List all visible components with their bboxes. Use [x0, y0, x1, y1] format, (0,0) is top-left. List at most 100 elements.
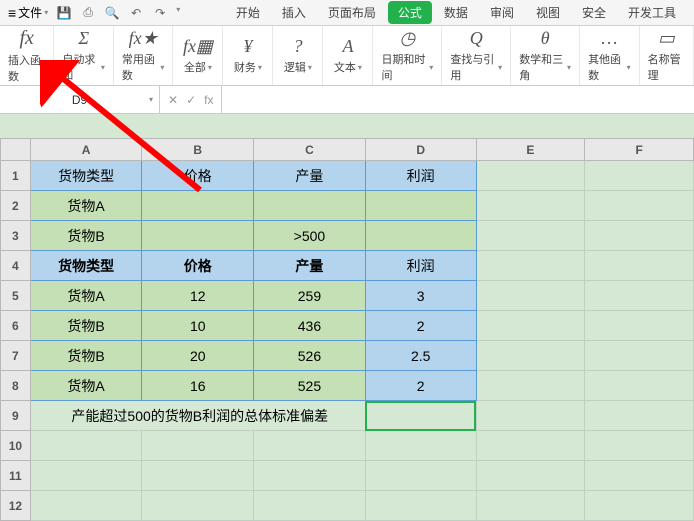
- cell-F9[interactable]: [585, 401, 694, 431]
- row-header-10[interactable]: 10: [1, 431, 31, 461]
- cell-C1[interactable]: 产量: [254, 161, 366, 191]
- text-button[interactable]: A 文本▾: [323, 26, 373, 85]
- col-header-D[interactable]: D: [365, 139, 476, 161]
- name-box[interactable]: D9 ▾: [0, 86, 160, 113]
- cell-C11[interactable]: [254, 461, 366, 491]
- cell-D3[interactable]: [365, 221, 476, 251]
- cell-A2[interactable]: 货物A: [30, 191, 142, 221]
- cancel-icon[interactable]: ✕: [168, 93, 178, 107]
- cell-A5[interactable]: 货物A: [30, 281, 142, 311]
- col-header-C[interactable]: C: [254, 139, 366, 161]
- cell-D4[interactable]: 利润: [365, 251, 476, 281]
- cell-E7[interactable]: [476, 341, 585, 371]
- insert-function-button[interactable]: fx 插入函数: [0, 26, 54, 85]
- math-trig-button[interactable]: θ 数学和三角▾: [511, 26, 580, 85]
- col-header-E[interactable]: E: [476, 139, 585, 161]
- cell-F10[interactable]: [585, 431, 694, 461]
- col-header-A[interactable]: A: [30, 139, 142, 161]
- cell-B2[interactable]: [142, 191, 254, 221]
- cell-F6[interactable]: [585, 311, 694, 341]
- cell-D5[interactable]: 3: [365, 281, 476, 311]
- cell-A6[interactable]: 货物B: [30, 311, 142, 341]
- enter-icon[interactable]: ✓: [186, 93, 196, 107]
- tab-data[interactable]: 数据: [434, 1, 478, 24]
- financial-button[interactable]: ¥ 财务▾: [223, 26, 273, 85]
- cell-E4[interactable]: [476, 251, 585, 281]
- cell-B7[interactable]: 20: [142, 341, 254, 371]
- cell-D12[interactable]: [365, 491, 476, 521]
- name-manager-button[interactable]: ▭ 名称管理: [640, 26, 694, 85]
- cell-A4[interactable]: 货物类型: [30, 251, 142, 281]
- cell-A3[interactable]: 货物B: [30, 221, 142, 251]
- cell-F5[interactable]: [585, 281, 694, 311]
- cell-E10[interactable]: [476, 431, 585, 461]
- cell-A9[interactable]: 产能超过500的货物B利润的总体标准偏差: [30, 401, 365, 431]
- col-header-F[interactable]: F: [585, 139, 694, 161]
- cell-C12[interactable]: [254, 491, 366, 521]
- cell-B4[interactable]: 价格: [142, 251, 254, 281]
- print-icon[interactable]: ⎙: [80, 5, 96, 21]
- tab-formula[interactable]: 公式: [388, 1, 432, 24]
- col-header-B[interactable]: B: [142, 139, 254, 161]
- autosum-button[interactable]: Σ 自动求和▾: [54, 26, 114, 85]
- cell-B10[interactable]: [142, 431, 254, 461]
- cell-C10[interactable]: [254, 431, 366, 461]
- cell-C5[interactable]: 259: [254, 281, 366, 311]
- cell-F7[interactable]: [585, 341, 694, 371]
- cell-F2[interactable]: [585, 191, 694, 221]
- cell-E3[interactable]: [476, 221, 585, 251]
- cell-D2[interactable]: [365, 191, 476, 221]
- cell-B1[interactable]: 价格: [142, 161, 254, 191]
- cell-E11[interactable]: [476, 461, 585, 491]
- cell-F4[interactable]: [585, 251, 694, 281]
- tab-insert[interactable]: 插入: [272, 1, 316, 24]
- tab-pagelayout[interactable]: 页面布局: [318, 1, 386, 24]
- undo-icon[interactable]: ↶: [128, 5, 144, 21]
- row-header-6[interactable]: 6: [1, 311, 31, 341]
- select-all-corner[interactable]: [1, 139, 31, 161]
- cell-C4[interactable]: 产量: [254, 251, 366, 281]
- datetime-button[interactable]: ◷ 日期和时间▾: [373, 26, 442, 85]
- tab-view[interactable]: 视图: [526, 1, 570, 24]
- cell-E6[interactable]: [476, 311, 585, 341]
- lookup-button[interactable]: Q 查找与引用▾: [442, 26, 511, 85]
- cell-E12[interactable]: [476, 491, 585, 521]
- cell-E1[interactable]: [476, 161, 585, 191]
- cell-D1[interactable]: 利润: [365, 161, 476, 191]
- cell-B3[interactable]: [142, 221, 254, 251]
- cell-C2[interactable]: [254, 191, 366, 221]
- row-header-4[interactable]: 4: [1, 251, 31, 281]
- row-header-7[interactable]: 7: [1, 341, 31, 371]
- cell-F3[interactable]: [585, 221, 694, 251]
- cell-D9[interactable]: [365, 401, 476, 431]
- cell-A1[interactable]: 货物类型: [30, 161, 142, 191]
- cell-D10[interactable]: [365, 431, 476, 461]
- cell-F1[interactable]: [585, 161, 694, 191]
- all-functions-button[interactable]: fx▦ 全部▾: [173, 26, 223, 85]
- tab-start[interactable]: 开始: [226, 1, 270, 24]
- row-header-3[interactable]: 3: [1, 221, 31, 251]
- cell-A10[interactable]: [30, 431, 142, 461]
- row-header-2[interactable]: 2: [1, 191, 31, 221]
- cell-D6[interactable]: 2: [365, 311, 476, 341]
- row-header-5[interactable]: 5: [1, 281, 31, 311]
- redo-icon[interactable]: ↷: [152, 5, 168, 21]
- row-header-9[interactable]: 9: [1, 401, 31, 431]
- cell-A12[interactable]: [30, 491, 142, 521]
- cell-C6[interactable]: 436: [254, 311, 366, 341]
- cell-E2[interactable]: [476, 191, 585, 221]
- cell-A7[interactable]: 货物B: [30, 341, 142, 371]
- cell-F12[interactable]: [585, 491, 694, 521]
- row-header-8[interactable]: 8: [1, 371, 31, 401]
- cell-E5[interactable]: [476, 281, 585, 311]
- cell-B11[interactable]: [142, 461, 254, 491]
- cell-B8[interactable]: 16: [142, 371, 254, 401]
- cell-E9[interactable]: [476, 401, 585, 431]
- qat-more-icon[interactable]: ▾: [176, 5, 180, 21]
- cell-F11[interactable]: [585, 461, 694, 491]
- cell-D8[interactable]: 2: [365, 371, 476, 401]
- cell-C8[interactable]: 525: [254, 371, 366, 401]
- tab-review[interactable]: 审阅: [480, 1, 524, 24]
- row-header-1[interactable]: 1: [1, 161, 31, 191]
- common-functions-button[interactable]: fx★ 常用函数▾: [114, 26, 174, 85]
